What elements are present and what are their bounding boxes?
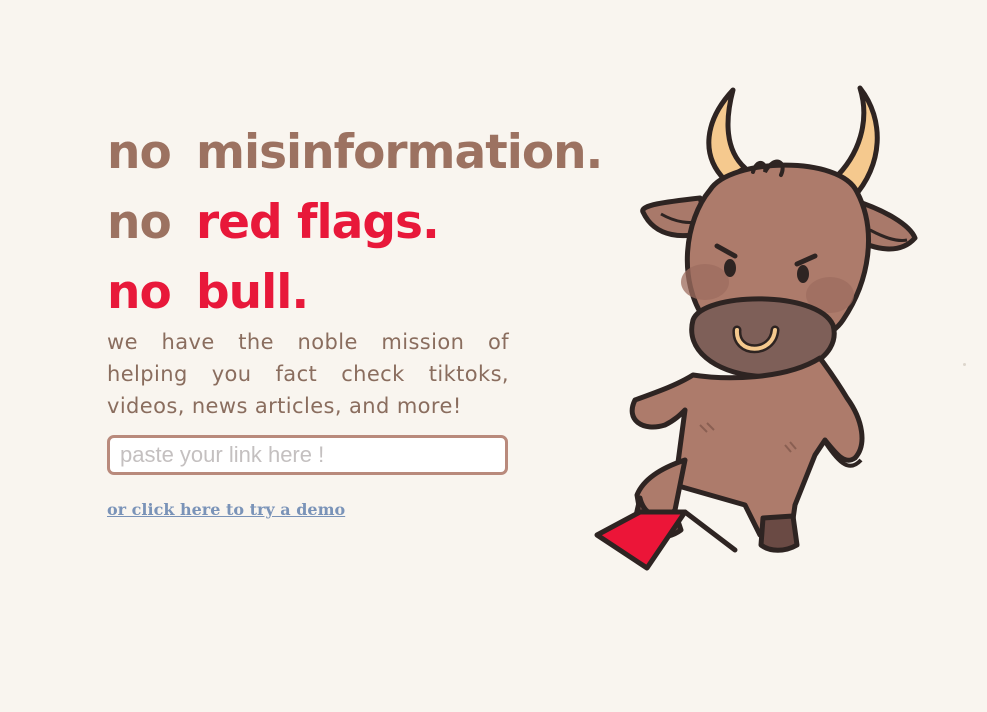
headline-prefix: no	[107, 195, 172, 250]
headline-line-bull: no bull.	[107, 258, 587, 328]
decorative-dot	[963, 363, 966, 366]
bull-mascot-icon	[594, 85, 918, 571]
link-input[interactable]	[107, 435, 508, 475]
hero-headline: no misinformation. no red flags. no bull…	[107, 118, 603, 328]
headline-red-flags: red flags.	[196, 195, 440, 250]
headline-misinformation: misinformation.	[196, 125, 603, 180]
mission-statement: we have the noble mission of helping you…	[107, 330, 509, 418]
headline-bull: bull.	[196, 265, 309, 320]
red-flag-icon	[594, 509, 738, 571]
headline-line-misinformation: no misinformation.	[107, 118, 603, 188]
headline-line-red-flags: no red flags.	[107, 188, 587, 258]
try-demo-link[interactable]: or click here to try a demo	[107, 500, 345, 519]
headline-prefix: no	[107, 265, 172, 320]
headline-prefix: no	[107, 125, 172, 180]
landing-page: no misinformation. no red flags. no bull…	[0, 0, 987, 712]
